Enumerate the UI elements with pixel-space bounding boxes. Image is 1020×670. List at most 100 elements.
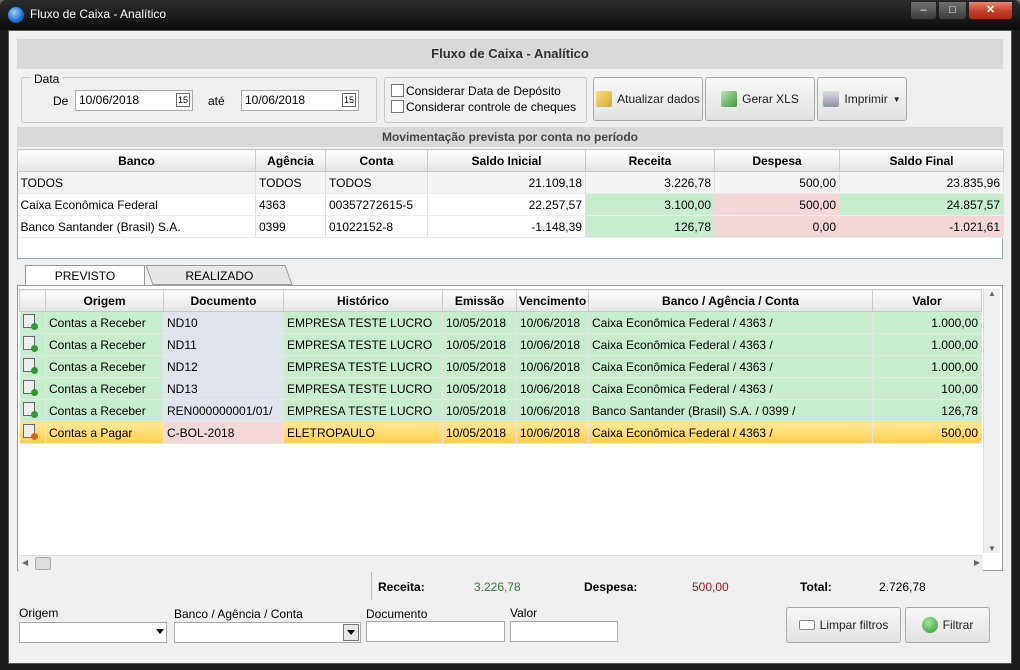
table-row[interactable]: TODOS TODOS TODOS 21.109,18 3.226,78 500…	[17, 171, 1004, 194]
history-cell: EMPRESA TESTE LUCRO	[283, 377, 443, 400]
filter-button[interactable]: Filtrar	[905, 607, 990, 643]
origin-cell: Contas a Receber	[45, 333, 164, 356]
table-row[interactable]: Contas a Receber REN000000001/01/ EMPRES…	[19, 399, 982, 422]
tab-previsto[interactable]: PREVISTO	[25, 265, 145, 285]
xls-label: Gerar XLS	[742, 92, 799, 106]
table-row[interactable]: Contas a Receber ND11 EMPRESA TESTE LUCR…	[19, 333, 982, 356]
value-filter-input[interactable]	[510, 621, 618, 642]
expense-cell: 500,00	[714, 171, 840, 194]
table-row[interactable]: Contas a Receber ND12 EMPRESA TESTE LUCR…	[19, 355, 982, 378]
expense-total-value: 500,00	[692, 580, 729, 594]
refresh-data-button[interactable]: Atualizar dados	[593, 77, 703, 121]
table-row[interactable]: Contas a Receber ND10 EMPRESA TESTE LUCR…	[19, 311, 982, 334]
income-total-value: 3.226,78	[474, 580, 521, 594]
col-header[interactable]: Receita	[585, 149, 715, 172]
tab-realizado[interactable]: REALIZADO	[145, 265, 293, 285]
from-date-field[interactable]: 10/06/2018 15	[75, 90, 193, 111]
col-header[interactable]: Despesa	[714, 149, 840, 172]
origin-filter-select[interactable]	[19, 622, 167, 643]
to-label: até	[208, 94, 225, 108]
clear-filters-button[interactable]: Limpar filtros	[786, 607, 901, 643]
summary-table: Banco Agência Conta Saldo Inicial Receit…	[17, 149, 1004, 238]
scroll-up-icon[interactable]: ▲	[984, 289, 1000, 298]
receivable-icon	[22, 358, 38, 374]
chevron-down-icon	[347, 630, 355, 635]
deposit-date-checkbox[interactable]	[391, 84, 404, 97]
bank-cell: TODOS	[17, 171, 256, 194]
initial-balance-cell: -1.148,39	[427, 215, 586, 238]
totals-bar: Receita: 3.226,78 Despesa: 500,00 Total:…	[371, 572, 983, 600]
table-row-selected[interactable]: Contas a Pagar C-BOL-2018 ELETROPAULO 10…	[19, 421, 982, 444]
initial-balance-cell: 21.109,18	[427, 171, 586, 194]
income-cell: 3.100,00	[585, 193, 715, 216]
horizontal-scrollbar[interactable]: ◀ ▶	[19, 555, 983, 572]
bank-filter-select[interactable]	[174, 622, 361, 643]
receivable-icon	[22, 380, 38, 396]
maximize-button[interactable]: □	[938, 1, 967, 20]
origin-cell: Contas a Receber	[45, 355, 164, 378]
final-balance-cell: -1.021,61	[839, 215, 1004, 238]
history-cell: EMPRESA TESTE LUCRO	[283, 333, 443, 356]
account-cell: 01022152-8	[325, 215, 428, 238]
scroll-thumb[interactable]	[35, 557, 51, 570]
row-icon-cell	[19, 377, 46, 400]
dropdown-arrow-icon[interactable]: ▼	[893, 95, 901, 104]
account-cell: 00357272615-5	[325, 193, 428, 216]
document-cell: ND11	[163, 333, 284, 356]
refresh-label: Atualizar dados	[617, 92, 700, 106]
spreadsheet-icon	[721, 91, 738, 107]
table-row[interactable]: Caixa Econômica Federal 4363 00357272615…	[17, 193, 1004, 216]
col-header[interactable]: Origem	[45, 289, 164, 312]
due-date-cell: 10/06/2018	[516, 333, 589, 356]
printer-icon	[823, 91, 840, 107]
col-header[interactable]: Vencimento	[516, 289, 589, 312]
receivable-icon	[22, 402, 38, 418]
document-filter-input[interactable]	[366, 621, 505, 642]
table-row[interactable]: Contas a Receber ND13 EMPRESA TESTE LUCR…	[19, 377, 982, 400]
minimize-button[interactable]: –	[910, 1, 937, 20]
amount-cell: 1.000,00	[872, 333, 982, 356]
receivable-icon	[22, 336, 38, 352]
value-filter-label: Valor	[510, 606, 538, 620]
cheques-checkbox[interactable]	[391, 100, 404, 113]
col-header[interactable]: Conta	[325, 149, 428, 172]
summary-title: Movimentação prevista por conta no perío…	[17, 127, 1003, 147]
col-header[interactable]: Emissão	[442, 289, 517, 312]
bank-account-cell: Banco Santander (Brasil) S.A. / 0399 /	[588, 399, 873, 422]
col-header[interactable]: Documento	[163, 289, 284, 312]
col-header[interactable]: Histórico	[283, 289, 443, 312]
to-date-field[interactable]: 10/06/2018 15	[241, 90, 359, 111]
to-date-value: 10/06/2018	[245, 93, 306, 107]
issue-date-cell: 10/05/2018	[442, 399, 517, 422]
history-cell: EMPRESA TESTE LUCRO	[283, 399, 443, 422]
due-date-cell: 10/06/2018	[516, 311, 589, 334]
print-button[interactable]: Imprimir ▼	[817, 77, 907, 121]
col-header[interactable]: Agência	[255, 149, 326, 172]
close-button[interactable]: ✕	[968, 1, 1013, 20]
final-balance-cell: 23.835,96	[839, 171, 1004, 194]
calendar-icon[interactable]: 15	[176, 93, 190, 107]
history-cell: EMPRESA TESTE LUCRO	[283, 311, 443, 334]
export-xls-button[interactable]: Gerar XLS	[705, 77, 815, 121]
bank-account-cell: Caixa Econômica Federal / 4363 /	[588, 311, 873, 334]
scroll-right-icon[interactable]: ▶	[974, 558, 980, 567]
col-header[interactable]: Banco / Agência / Conta	[588, 289, 873, 312]
col-header[interactable]: Saldo Final	[839, 149, 1004, 172]
scroll-left-icon[interactable]: ◀	[22, 558, 28, 567]
issue-date-cell: 10/05/2018	[442, 377, 517, 400]
chevron-down-icon	[156, 629, 164, 634]
agency-cell: 0399	[255, 215, 326, 238]
vertical-scrollbar[interactable]: ▲ ▼	[983, 289, 1000, 553]
col-header[interactable]: Valor	[872, 289, 982, 312]
expense-total-label: Despesa:	[584, 580, 638, 594]
col-header[interactable]: Banco	[17, 149, 256, 172]
calendar-icon[interactable]: 15	[342, 93, 356, 107]
scroll-down-icon[interactable]: ▼	[984, 544, 1000, 553]
dropdown-button[interactable]	[343, 624, 359, 641]
origin-filter-label: Origem	[19, 606, 59, 620]
final-balance-cell: 24.857,57	[839, 193, 1004, 216]
col-header[interactable]: Saldo Inicial	[427, 149, 586, 172]
due-date-cell: 10/06/2018	[516, 421, 589, 444]
from-date-value: 10/06/2018	[79, 93, 140, 107]
table-row[interactable]: Banco Santander (Brasil) S.A. 0399 01022…	[17, 215, 1004, 238]
